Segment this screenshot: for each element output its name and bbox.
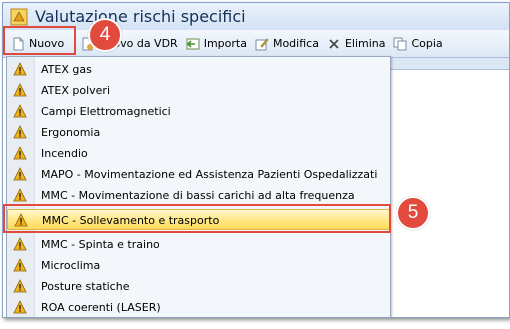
menu-item-mmc-bassi-carichi[interactable]: MMC - Movimentazione di bassi carichi ad… (7, 185, 390, 206)
import-icon (186, 38, 200, 49)
risk-type-dropdown-menu: ATEX gas ATEX polveri Campi Elettromagne… (6, 56, 391, 317)
menu-item-ergonomia[interactable]: Ergonomia (7, 122, 390, 143)
menu-item-campi-elettromagnetici[interactable]: Campi Elettromagnetici (7, 101, 390, 122)
delete-icon (329, 38, 339, 49)
warning-icon (13, 237, 27, 251)
selection-highlight-box (3, 204, 391, 233)
edit-button[interactable]: Modifica (251, 33, 323, 55)
menu-item-roa-coerenti[interactable]: ROA coerenti (LASER) (7, 297, 390, 317)
menu-item-atex-gas[interactable]: ATEX gas (7, 59, 390, 80)
warning-icon (13, 104, 27, 118)
menu-item-incendio[interactable]: Incendio (7, 143, 390, 164)
window-title: Valutazione rischi specifici (35, 7, 246, 26)
copy-button[interactable]: Copia (389, 33, 446, 55)
warning-icon (13, 125, 27, 139)
warning-icon (13, 62, 27, 76)
step-4-badge: 4 (88, 18, 122, 52)
edit-icon (255, 38, 269, 50)
menu-item-mapo[interactable]: MAPO - Movimentazione ed Assistenza Pazi… (7, 164, 390, 185)
menu-item-atex-polveri[interactable]: ATEX polveri (7, 80, 390, 101)
warning-icon (13, 167, 27, 181)
warning-icon (13, 146, 27, 160)
risk-assessment-window: Valutazione rischi specifici Nuovo Nuovo… (2, 2, 510, 318)
app-icon (10, 8, 28, 25)
menu-item-mmc-spinta-traino[interactable]: MMC - Spinta e traino (7, 234, 390, 255)
warning-icon (13, 279, 27, 293)
import-button[interactable]: Importa (182, 33, 251, 55)
copy-icon (393, 37, 407, 50)
delete-button[interactable]: Elimina (323, 33, 390, 55)
menu-item-microclima[interactable]: Microclima (7, 255, 390, 276)
toolbar: Nuovo Nuovo da VDR Importa Modifica Elim… (3, 30, 509, 58)
toolbar-background (383, 58, 509, 70)
step-5-badge: 5 (396, 196, 430, 230)
menu-item-posture-statiche[interactable]: Posture statiche (7, 276, 390, 297)
warning-icon (13, 258, 27, 272)
warning-icon (13, 188, 27, 202)
title-bar: Valutazione rischi specifici (3, 3, 509, 30)
warning-icon (13, 300, 27, 314)
warning-icon (13, 83, 27, 97)
nuovo-highlight-box (3, 26, 76, 55)
